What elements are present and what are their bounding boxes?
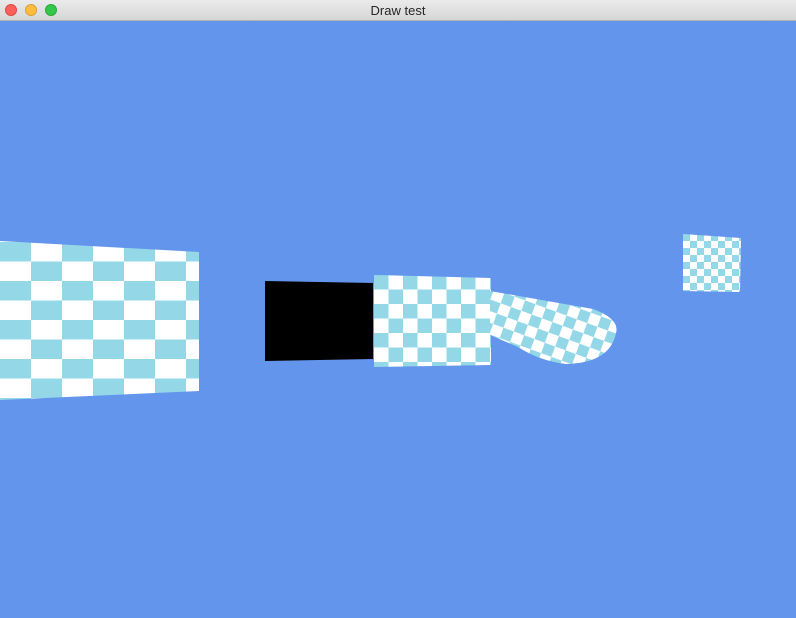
window-title: Draw test xyxy=(370,3,426,18)
left-checkered-plane xyxy=(0,241,199,400)
scene-canvas xyxy=(0,234,741,400)
black-untextured-quad xyxy=(265,281,373,361)
render-viewport[interactable] xyxy=(0,21,796,618)
small-checkered-quad xyxy=(683,234,741,292)
center-checkered-quad xyxy=(374,275,491,367)
window-titlebar: Draw test xyxy=(0,0,796,21)
checkered-tube xyxy=(490,291,617,364)
